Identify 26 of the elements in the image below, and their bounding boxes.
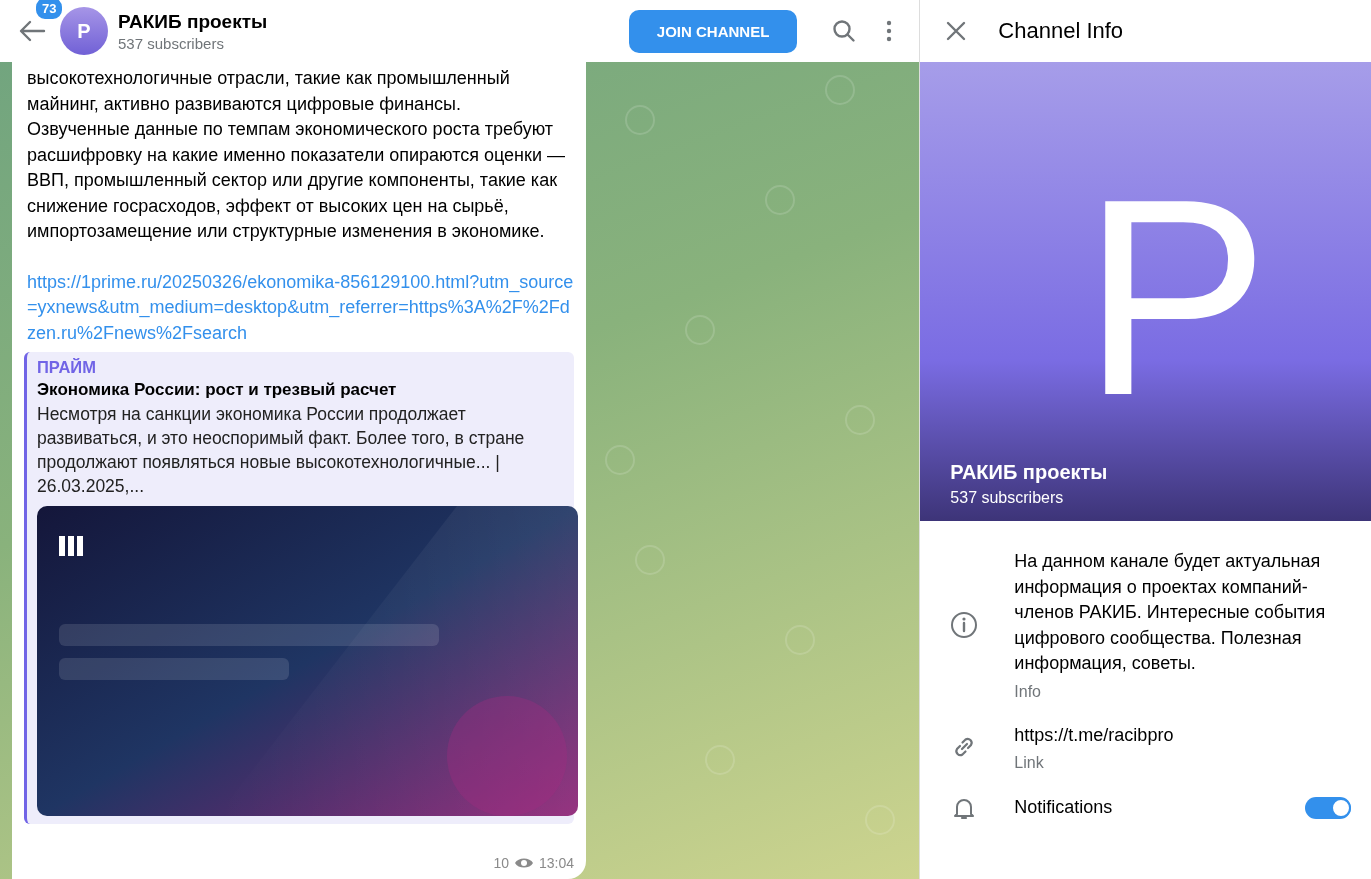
field-label: Link [1014,754,1045,772]
subscriber-count: 537 subscribers [118,34,225,52]
preview-description: Несмотря на санкции экономика России продолжает развиваться, и это неоспоримый факт. Более того, в стране продолжают появляться новые высокотехнологичные... | 26.03.2025,... [37,403,526,498]
notifications-label: Notifications [1014,796,1114,820]
channel-avatar[interactable]: P [60,7,108,55]
message-link[interactable]: https://1prime.ru/20250326/ekonomika-856129100.html?utm_source=yxnews&utm_medium=desktop&utm_referrer=https%3A%2F%2Fdzen.ru%2Fnews%2Fsearch [27,269,574,346]
view-count: 10 [493,855,509,871]
subscriber-count: 537 subscribers [950,489,1064,507]
notifications-toggle[interactable] [1305,797,1351,819]
avatar-letter: P [1082,157,1270,437]
preview-site-name: ПРАЙМ [37,357,96,378]
info-icon [950,610,979,639]
join-channel-button[interactable]: JOIN CHANNEL [628,9,798,53]
message-text: высокотехнологичные отрасли, такие как промышленный майнинг, активно развиваются цифровые финансы. Озвученные данные по темпам экономического роста требуют расшифровку на какие именно показатели опираются оценки — ВВП, промышленный сектор или другие компоненты, такие как снижение госрасходов, эффект от высоких цен на сырьё, импортозамещение или структурные изменения в экономике. [27,67,566,243]
channel-description: На данном канале будет актуальная информация о проектах компаний-членов РАКИБ. Интересные события цифрового сообщества. Полезная информация, советы. [1014,550,1327,675]
channel-title: РАКИБ проекты [118,10,269,33]
unread-badge: 73 [34,0,65,21]
channel-name: РАКИБ проекты [950,461,1108,484]
preview-title: Экономика России: рост и трезвый расчет [37,379,397,401]
search-icon[interactable] [831,18,858,44]
field-label: Info [1014,682,1042,701]
channel-link[interactable]: https://t.me/racibpro [1014,722,1351,748]
back-arrow-icon[interactable] [18,19,46,43]
eye-icon [513,856,534,870]
message-time: 13:04 [538,855,574,871]
panel-title: Channel Info [998,18,1124,44]
